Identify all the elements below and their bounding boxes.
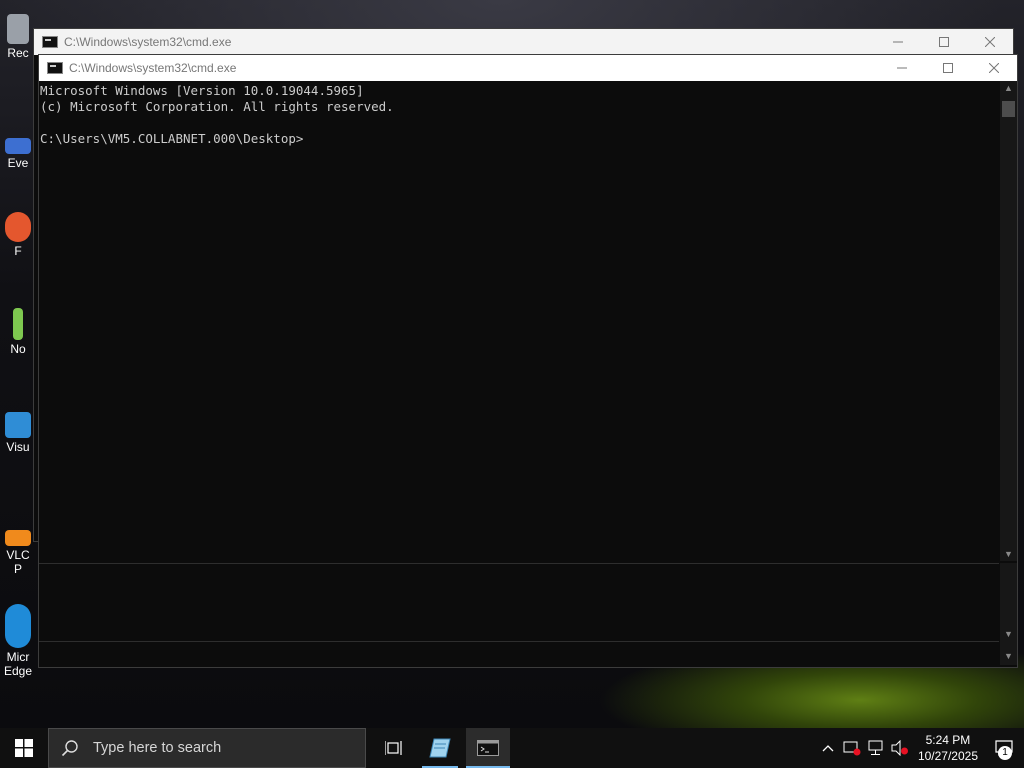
title-bar[interactable]: C:\Windows\system32\cmd.exe [34, 29, 1013, 55]
recycle-bin-icon [7, 14, 29, 44]
taskbar-clock[interactable]: 5:24 PM 10/27/2025 [912, 732, 984, 764]
search-placeholder: Type here to search [93, 740, 222, 756]
cmd-window[interactable]: C:\Windows\system32\cmd.exe Microsoft Wi… [38, 54, 1018, 668]
bottom-pane [39, 641, 999, 666]
desktop-icon-label: F [14, 244, 22, 258]
desktop-icon-label: No [10, 342, 26, 356]
chevron-up-icon [822, 745, 834, 752]
taskbar-app-cmd[interactable] [466, 728, 510, 768]
task-view-button[interactable] [370, 728, 418, 768]
console-prompt[interactable]: C:\Users\VM5.COLLABNET.000\Desktop> [40, 131, 999, 147]
bottom-pane-scrollbar[interactable]: ▼ [1000, 641, 1017, 665]
desktop-icon-visual-studio[interactable]: Visu [0, 412, 36, 454]
desktop-icon-label: Rec [7, 46, 29, 60]
close-button[interactable] [967, 29, 1013, 55]
desktop-icon-label: Edge [3, 664, 33, 678]
console-output[interactable]: Microsoft Windows [Version 10.0.19044.59… [39, 81, 999, 559]
scroll-down-icon[interactable]: ▼ [1000, 547, 1017, 561]
start-button[interactable] [0, 728, 48, 768]
desktop-icon-vlc[interactable]: VLC P [0, 530, 36, 576]
volume-muted-icon [891, 740, 908, 756]
desktop-icon-event-viewer[interactable]: Eve [0, 138, 36, 170]
windows-logo-icon [15, 739, 33, 757]
desktop-icon-label: Eve [7, 156, 29, 170]
minimize-button[interactable] [879, 55, 925, 81]
close-icon [989, 63, 999, 73]
notepad-app-icon [429, 738, 451, 758]
minimize-icon [897, 67, 907, 69]
taskbar-search-box[interactable]: Type here to search [48, 728, 366, 768]
clock-time: 5:24 PM [925, 733, 971, 747]
cmd-app-icon [477, 740, 499, 756]
maximize-button[interactable] [925, 55, 971, 81]
scroll-up-icon[interactable]: ▲ [1000, 81, 1017, 95]
minimize-button[interactable] [875, 29, 921, 55]
lower-pane [39, 563, 999, 642]
maximize-button[interactable] [921, 29, 967, 55]
show-hidden-icons-button[interactable] [816, 728, 840, 768]
edge-icon [5, 604, 31, 648]
window-title: C:\Windows\system32\cmd.exe [69, 61, 237, 75]
desktop-icon-label: VLC [6, 548, 30, 562]
firefox-icon [5, 212, 31, 242]
window-title: C:\Windows\system32\cmd.exe [64, 35, 232, 49]
event-viewer-icon [5, 138, 31, 154]
desktop: Rec Eve F No Visu VLC P Micr Edge C:\Win… [0, 0, 1024, 728]
lower-pane-scrollbar[interactable]: ▼ [1000, 563, 1017, 641]
search-icon [61, 739, 79, 757]
notification-count-badge: 1 [998, 746, 1012, 760]
maximize-icon [939, 37, 949, 47]
system-tray: 5:24 PM 10/27/2025 1 [816, 728, 1024, 768]
maximize-icon [943, 63, 953, 73]
vlc-icon [5, 530, 31, 546]
notepad-icon [13, 308, 23, 340]
task-view-icon [385, 741, 402, 755]
action-center-button[interactable]: 1 [984, 728, 1024, 768]
console-line: (c) Microsoft Corporation. All rights re… [40, 99, 394, 114]
clock-date: 10/27/2025 [917, 749, 978, 763]
console-scrollbar[interactable]: ▲ ▼ [1000, 81, 1017, 561]
desktop-icon-edge[interactable]: Micr Edge [0, 604, 36, 678]
network-tray-button[interactable] [864, 728, 888, 768]
security-tray-button[interactable] [840, 728, 864, 768]
desktop-icon-label: Visu [6, 440, 30, 454]
title-bar[interactable]: C:\Windows\system32\cmd.exe [39, 55, 1017, 81]
taskbar-app-notepad[interactable] [418, 728, 462, 768]
network-icon [868, 740, 883, 755]
desktop-icon-label: P [13, 562, 22, 576]
scrollbar-thumb[interactable] [1002, 101, 1015, 117]
cmd-icon [47, 62, 63, 74]
desktop-icon-firefox[interactable]: F [0, 212, 36, 258]
close-button[interactable] [971, 55, 1017, 81]
scroll-down-icon[interactable]: ▼ [1000, 649, 1017, 663]
cmd-icon [42, 36, 58, 48]
close-icon [985, 37, 995, 47]
visual-studio-icon [5, 412, 31, 438]
taskbar: Type here to search 5:24 PM 10/27/2025 1 [0, 728, 1024, 768]
security-alert-icon [843, 741, 861, 756]
scroll-down-icon[interactable]: ▼ [1000, 627, 1017, 641]
desktop-icon-label: Micr [6, 650, 30, 664]
desktop-icon-notepad[interactable]: No [0, 308, 36, 356]
volume-tray-button[interactable] [888, 728, 912, 768]
console-line: Microsoft Windows [Version 10.0.19044.59… [40, 83, 364, 98]
minimize-icon [893, 41, 903, 43]
desktop-icon-recycle-bin[interactable]: Rec [0, 14, 36, 60]
